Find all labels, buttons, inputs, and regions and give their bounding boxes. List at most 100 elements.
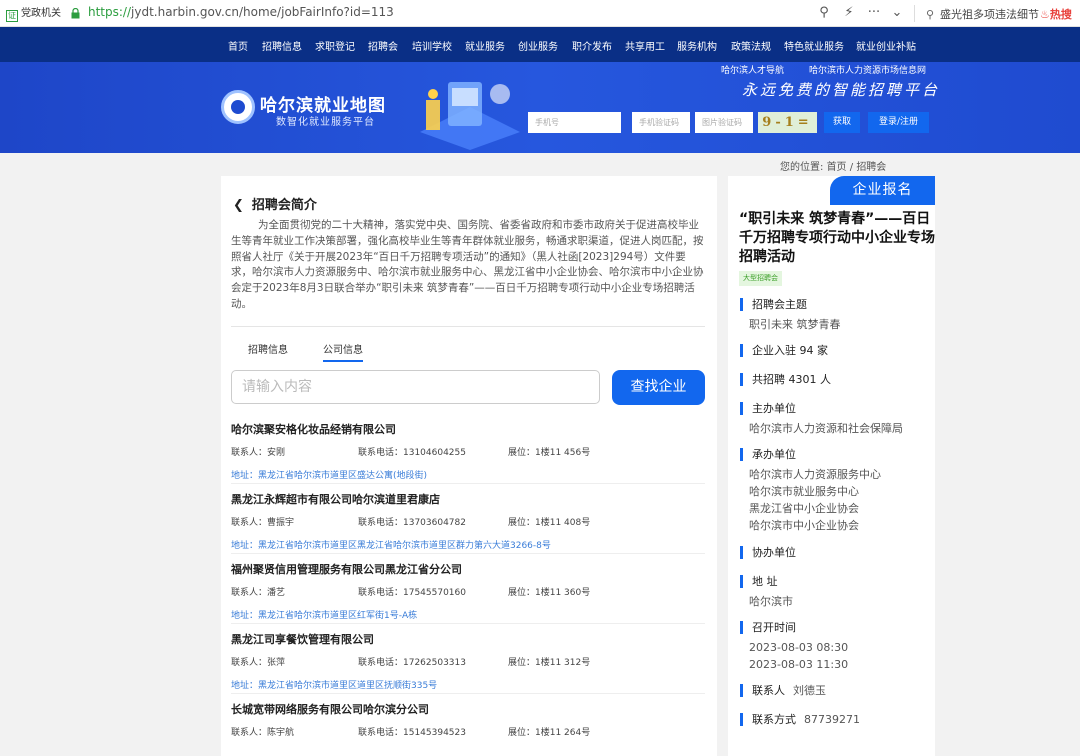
company-name[interactable]: 福州聚贤信用管理服务有限公司黑龙江省分公司: [231, 561, 462, 577]
browser-toolbar: 证党政机关 https://jydt.harbin.gov.cn/home/jo…: [0, 0, 1080, 27]
captcha-image[interactable]: 9-1=: [758, 112, 817, 133]
search-icon: ⚲: [925, 8, 935, 21]
hr-market-link[interactable]: 哈尔滨市人力资源市场信息网: [809, 63, 926, 76]
back-button[interactable]: ❮ 招聘会简介: [233, 194, 317, 213]
breadcrumb: 您的位置: 首页 / 招聘会: [780, 162, 887, 173]
time-start: 2023-08-03 08:30: [749, 641, 849, 654]
job-fair-detail-panel: ❮ 招聘会简介 为全面贯彻党的二十大精神，落实党中央、国务院、省委省政府和市委市政…: [221, 176, 717, 756]
get-code-button[interactable]: 获取: [824, 112, 860, 133]
company-booth: 展位：1楼11 264号: [508, 728, 591, 738]
organizer-value: 哈尔滨市就业服务中心: [749, 485, 859, 498]
browser-search-box[interactable]: ⚲ 盛光祖多项违法细节: [924, 6, 1039, 22]
phone-input[interactable]: 手机号: [528, 112, 621, 133]
contact-person: 联系人 刘德玉: [740, 684, 826, 697]
address-value: 哈尔滨市: [749, 595, 793, 608]
event-type-badge: 大型招聘会: [739, 271, 782, 286]
company-booth: 展位：1楼11 312号: [508, 658, 591, 668]
company-name[interactable]: 哈尔滨聚安格化妆品经销有限公司: [231, 421, 396, 437]
company-phone: 联系电话：15145394523: [358, 728, 466, 738]
intro-text: 为全面贯彻党的二十大精神，落实党中央、国务院、省委省政府和市委市政府关于促进高校…: [231, 219, 704, 310]
main-nav: 首页 招聘信息 求职登记 招聘会 培训学校 就业服务 创业服务 职介发布 共享用…: [0, 27, 1080, 62]
company-contact: 联系人：陈宇航: [231, 728, 295, 738]
theme-value: 职引未来 筑梦青春: [749, 318, 841, 331]
breadcrumb-current: 招聘会: [856, 162, 887, 173]
co-organizer-label: 协办单位: [740, 546, 796, 559]
time-end: 2023-08-03 11:30: [749, 658, 849, 671]
company-contact: 联系人：张萍: [231, 658, 286, 668]
divider: [231, 693, 705, 694]
company-booth: 展位：1楼11 456号: [508, 448, 591, 458]
chevron-down-icon[interactable]: ⌄: [888, 4, 906, 22]
gov-badge[interactable]: 证党政机关: [6, 6, 61, 22]
jobs-count: 共招聘 4301 人: [740, 373, 831, 386]
divider: [231, 326, 705, 327]
lock-icon: [71, 8, 80, 19]
nav-item-subsidies[interactable]: 就业创业补贴: [856, 38, 916, 53]
company-phone: 联系电话：13703604782: [358, 518, 466, 528]
nav-item-job-fair[interactable]: 招聘会: [368, 38, 398, 53]
company-contact: 联系人：安刚: [231, 448, 286, 458]
tab-jobs[interactable]: 招聘信息: [248, 341, 288, 356]
divider: [231, 623, 705, 624]
slogan: 永远免费的智能招聘平台: [742, 81, 941, 99]
company-contact: 联系人：潘艺: [231, 588, 286, 598]
sms-code-input[interactable]: 手机验证码: [632, 112, 690, 133]
company-address[interactable]: 地址：黑龙江省哈尔滨市道里区黑龙江省哈尔滨市道里区群力第六大道3266-8号: [231, 538, 551, 551]
nav-item-employment-service[interactable]: 就业服务: [465, 38, 505, 53]
nav-item-home[interactable]: 首页: [228, 38, 248, 53]
breadcrumb-home[interactable]: 首页: [827, 162, 847, 173]
organizer-value: 哈尔滨市中小企业协会: [749, 519, 859, 532]
toolbar-divider: [914, 5, 915, 22]
site-subtitle: 数智化就业服务平台: [276, 117, 375, 128]
companies-count: 企业入驻 94 家: [740, 344, 828, 357]
nav-item-agency-posting[interactable]: 职介发布: [572, 38, 612, 53]
tab-companies[interactable]: 公司信息: [323, 341, 363, 362]
host-label: 主办单位: [740, 402, 796, 415]
nav-item-jobs[interactable]: 招聘信息: [262, 38, 302, 53]
company-contact: 联系人：曹振宇: [231, 518, 295, 528]
nav-item-service-agencies[interactable]: 服务机构: [677, 38, 717, 53]
search-icon[interactable]: ⚲: [815, 4, 833, 22]
talent-nav-link[interactable]: 哈尔滨人才导航: [721, 63, 784, 76]
company-address[interactable]: 地址：黑龙江省哈尔滨市道里区盛达公寓(地段街): [231, 468, 427, 481]
company-booth: 展位：1楼11 408号: [508, 518, 591, 528]
nav-item-startup-service[interactable]: 创业服务: [518, 38, 558, 53]
company-name[interactable]: 长城宽带网络服务有限公司哈尔滨分公司: [231, 701, 429, 717]
company-search-input[interactable]: 请输入内容: [231, 370, 600, 404]
host-value: 哈尔滨市人力资源和社会保障局: [749, 422, 903, 435]
address-bar[interactable]: https://jydt.harbin.gov.cn/home/jobFairI…: [88, 5, 394, 19]
company-address[interactable]: 地址：黑龙江省哈尔滨市道里区道里区抚顺街335号: [231, 678, 437, 691]
company-phone: 联系电话：13104604255: [358, 448, 466, 458]
divider: [231, 553, 705, 554]
flame-icon: ♨: [1040, 8, 1050, 21]
nav-item-special-services[interactable]: 特色就业服务: [784, 38, 844, 53]
search-company-button[interactable]: 查找企业: [612, 370, 705, 405]
company-name[interactable]: 黑龙江司享餐饮管理有限公司: [231, 631, 374, 647]
nav-item-registration[interactable]: 求职登记: [315, 38, 355, 53]
nav-item-shared-labor[interactable]: 共享用工: [625, 38, 665, 53]
event-info-panel: 企业报名 “职引未来 筑梦青春”——百日千万招聘专项行动中小企业专场招聘活动 大…: [728, 176, 935, 756]
image-code-input[interactable]: 图片验证码: [695, 112, 753, 133]
nav-item-policies[interactable]: 政策法规: [731, 38, 771, 53]
organizer-value: 黑龙江省中小企业协会: [749, 502, 859, 515]
divider: [231, 483, 705, 484]
company-name[interactable]: 黑龙江永辉超市有限公司哈尔滨道里君康店: [231, 491, 440, 507]
page-title: 招聘会简介: [251, 198, 317, 213]
company-address[interactable]: 地址：黑龙江省哈尔滨市道里区红军街1号-A栋: [231, 608, 417, 621]
banner-illustration: [420, 82, 520, 150]
company-booth: 展位：1楼11 360号: [508, 588, 591, 598]
company-signup-button[interactable]: 企业报名: [830, 176, 935, 205]
nav-item-training[interactable]: 培训学校: [412, 38, 452, 53]
organizer-label: 承办单位: [740, 448, 796, 461]
login-register-button[interactable]: 登录/注册: [868, 112, 929, 133]
site-logo-icon[interactable]: [221, 90, 255, 124]
header-banner: 哈尔滨就业地图 数智化就业服务平台 哈尔滨人才导航 哈尔滨市人力资源市场信息网 …: [0, 62, 1080, 153]
organizer-value: 哈尔滨市人力资源服务中心: [749, 468, 881, 481]
theme-label: 招聘会主题: [740, 298, 807, 311]
chevron-left-icon: ❮: [233, 198, 244, 213]
gov-icon: 证: [6, 10, 18, 22]
more-icon[interactable]: ···: [865, 4, 883, 22]
company-phone: 联系电话：17262503313: [358, 658, 466, 668]
hot-search-link[interactable]: ♨热搜: [1040, 6, 1072, 22]
lightning-icon[interactable]: ⚡: [840, 4, 858, 22]
